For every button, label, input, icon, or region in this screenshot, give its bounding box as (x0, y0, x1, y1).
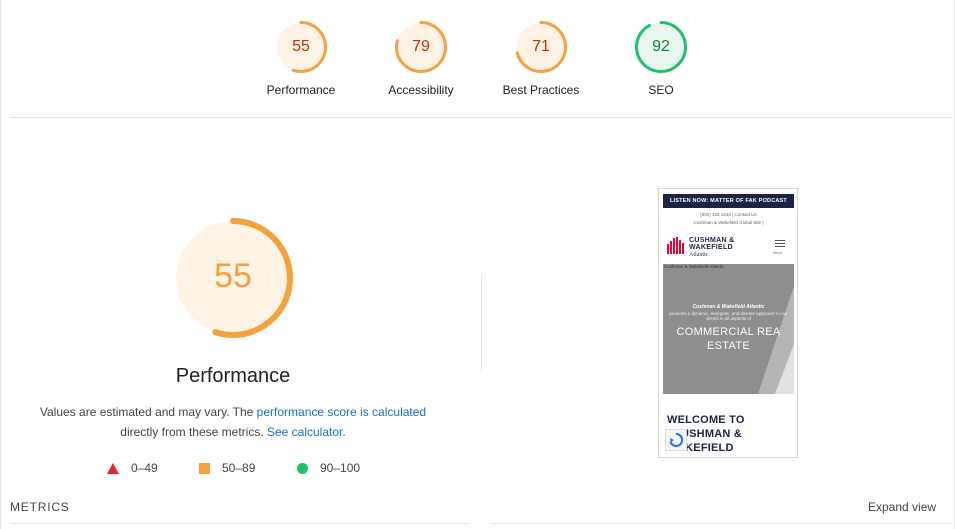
legend-pass: 90–100 (297, 461, 360, 475)
gauge-performance[interactable]: 55 Performance (241, 20, 361, 97)
gauge-score: 92 (652, 38, 670, 55)
gauge-accessibility[interactable]: 79 Accessibility (361, 20, 481, 97)
thumb-contact: (902) 425 1444 | Contact Us Cushman & Wa… (663, 211, 794, 227)
thumb-contact-line: (902) 425 1444 | Contact Us (700, 212, 757, 217)
report-frame: 55 Performance 79 Accessibility 71 Best … (0, 0, 955, 529)
metrics-rule-right (492, 523, 952, 524)
gauge-score: 55 (292, 38, 310, 55)
gauge-label: Performance (266, 83, 336, 97)
description-text: Values are estimated and may vary. The (39, 405, 257, 419)
gauge-score: 79 (412, 38, 430, 55)
thumb-logo-line: CUSHMAN & (689, 237, 735, 244)
gauge-ring: 71 (514, 20, 568, 74)
expand-view-toggle[interactable]: Expand view (868, 500, 936, 514)
thumb-menu-label: Menu (773, 251, 782, 255)
see-calculator-link[interactable]: See calculator. (267, 425, 346, 439)
metrics-heading: METRICS (10, 500, 70, 514)
metrics-rule-left (10, 523, 468, 524)
gauge-label: Best Practices (502, 83, 580, 97)
thumb-hero-heading-line: ESTATE (707, 340, 750, 352)
thumb-logo-line: WAKEFIELD (689, 244, 733, 251)
gauge-ring: 55 (274, 20, 328, 74)
legend-fail: 0–49 (107, 461, 158, 475)
square-average-icon (199, 462, 210, 474)
thumb-logo-name: CUSHMAN & WAKEFIELD (689, 237, 734, 251)
legend-average: 50–89 (199, 461, 255, 475)
thumb-welcome-line: WELCOME TO (667, 414, 745, 426)
gauge-best-practices[interactable]: 71 Best Practices (481, 20, 601, 97)
gauge-label: SEO (648, 83, 674, 97)
circle-pass-icon (297, 462, 308, 474)
performance-score: 55 (214, 257, 252, 295)
gauge-label: Accessibility (388, 83, 454, 97)
recaptcha-icon (665, 429, 687, 451)
thumb-hero-subtitle: Cushman & Wakefield Atlantic (692, 304, 765, 310)
gauge-ring: 92 (634, 20, 688, 74)
thumb-hero: Cushman & Wakefield Atlantic Cushman & W… (663, 264, 794, 394)
thumb-hero-heading-line: COMMERCIAL REA (676, 326, 781, 338)
page-screenshot-thumbnail[interactable]: LISTEN NOW: MATTER OF FAK PODCAST (902) … (658, 188, 798, 458)
thumb-hero-alt: Cushman & Wakefield Atlantic (664, 264, 725, 269)
hamburger-menu-icon (775, 240, 785, 249)
thumb-hero-text: provides a dynamic, energetic, and diver… (669, 311, 788, 321)
thumb-logo-sub: Atlantic (689, 252, 709, 258)
performance-score-link[interactable]: performance score is calculated (257, 405, 426, 419)
description-text: directly from these metrics. (120, 425, 267, 439)
performance-description: Values are estimated and may vary. The p… (21, 402, 445, 442)
thumb-banner: LISTEN NOW: MATTER OF FAK PODCAST (663, 194, 794, 208)
cushman-wakefield-logo-icon (667, 237, 684, 254)
performance-title: Performance (175, 365, 291, 387)
vertical-divider (481, 275, 482, 371)
thumb-hero-heading: COMMERCIAL REA ESTATE (663, 325, 794, 353)
legend-range: 90–100 (320, 461, 361, 475)
performance-gauge-large: 55 (172, 217, 294, 339)
gauge-ring: 79 (394, 20, 448, 74)
gauge-score: 71 (532, 38, 550, 55)
legend-range: 50–89 (222, 461, 256, 475)
section-divider (10, 117, 952, 118)
legend-range: 0–49 (131, 461, 158, 475)
thumb-contact-line: Cushman & Wakefield Global Site | (693, 220, 764, 225)
gauge-seo[interactable]: 92 SEO (601, 20, 721, 97)
triangle-fail-icon (107, 462, 119, 474)
